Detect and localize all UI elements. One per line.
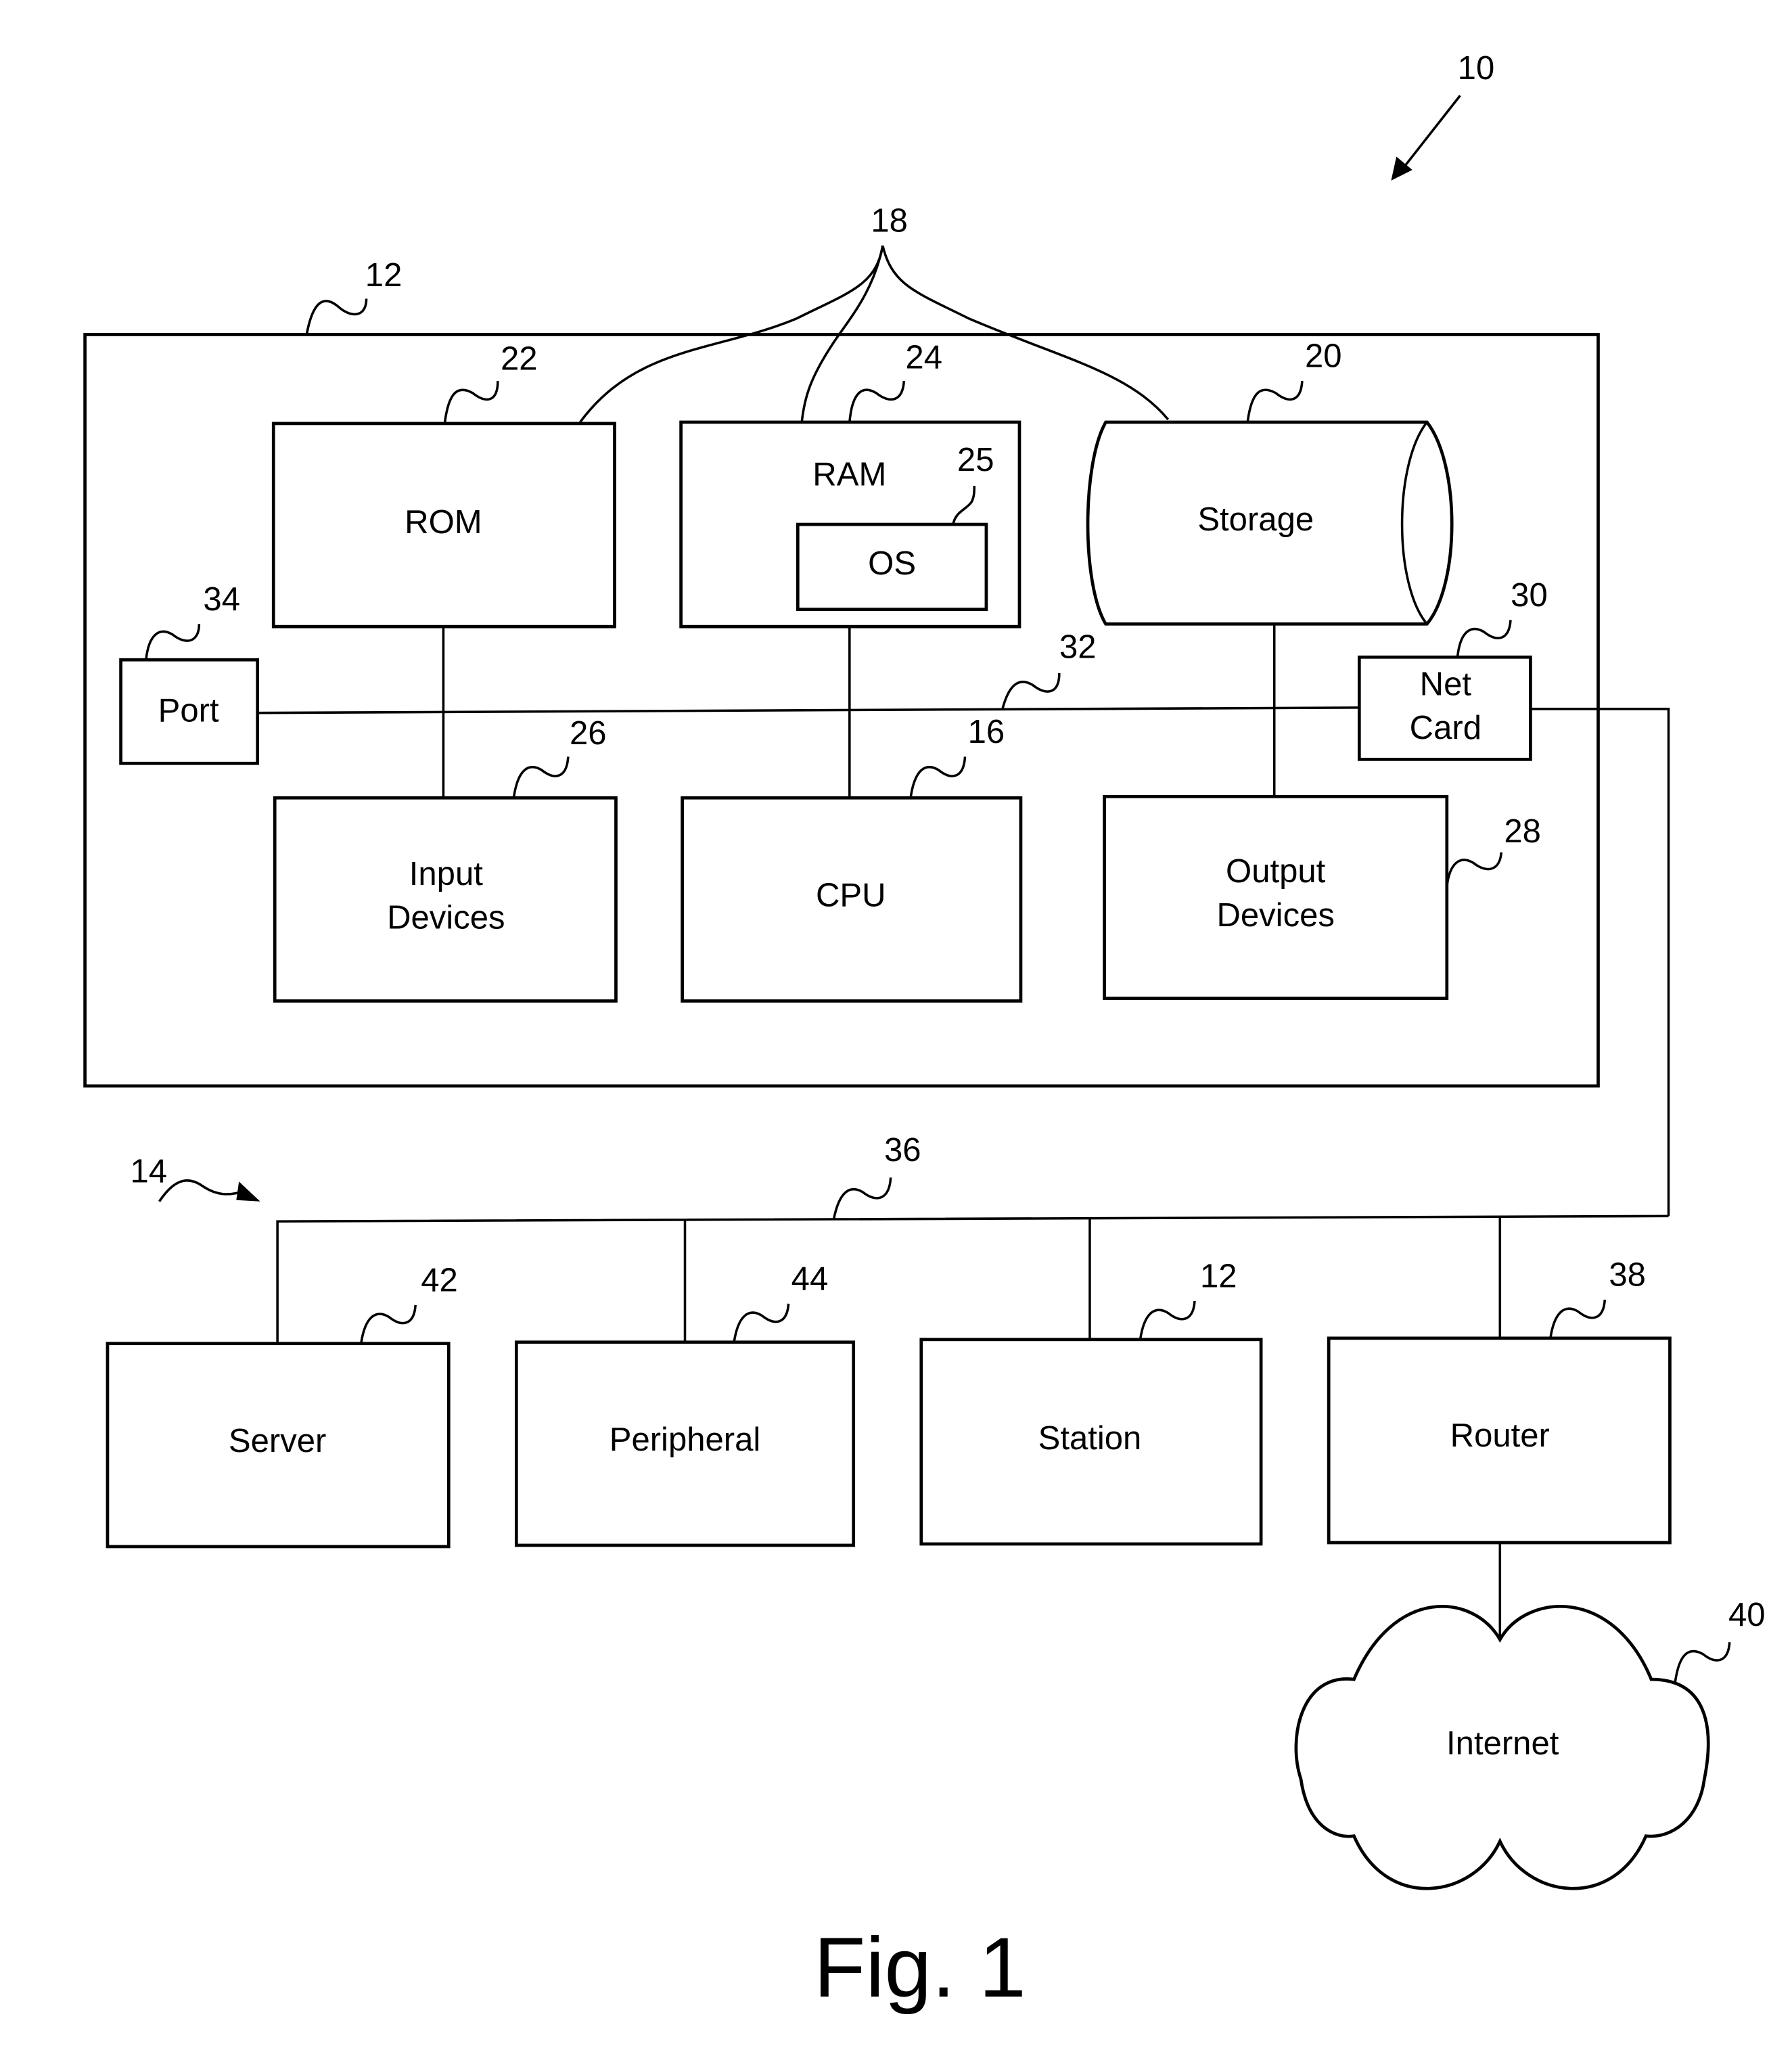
server-label: Server <box>229 1423 326 1459</box>
ref-10: 10 <box>1458 50 1495 87</box>
ref-18: 18 <box>871 203 908 240</box>
figure-caption: Fig. 1 <box>814 1919 1026 2015</box>
ref-25: 25 <box>957 442 994 478</box>
input-devices-label-line2: Devices <box>387 900 505 936</box>
ref-30: 30 <box>1511 577 1548 614</box>
ref-24: 24 <box>905 340 942 376</box>
peripheral-label: Peripheral <box>610 1421 761 1458</box>
ref-26: 26 <box>570 715 607 752</box>
ref-12-computer: 12 <box>365 257 403 294</box>
arrow-10-icon <box>1391 95 1461 181</box>
station-block: Station 12 <box>919 1258 1263 1546</box>
leader-40 <box>1674 1642 1731 1683</box>
ref-22: 22 <box>501 341 538 378</box>
ref-36: 36 <box>884 1132 921 1168</box>
internet-label: Internet <box>1446 1725 1559 1762</box>
leader-32 <box>1001 673 1061 711</box>
port-block: Port 34 <box>119 581 260 765</box>
leader-26 <box>512 756 570 798</box>
leader-36 <box>832 1177 892 1221</box>
net-card-label-line2: Card <box>1410 710 1481 746</box>
ref-20: 20 <box>1305 338 1342 375</box>
ref-14: 14 <box>131 1154 168 1190</box>
leader-44 <box>733 1303 790 1343</box>
output-devices-label-line1: Output <box>1226 853 1326 890</box>
input-devices-block: Input Devices 26 <box>273 715 618 1003</box>
ram-label: RAM <box>812 456 886 493</box>
leader-38 <box>1549 1299 1607 1339</box>
os-label: OS <box>868 545 916 582</box>
leader-34 <box>145 624 201 660</box>
internal-bus-32 <box>257 706 1360 714</box>
leader-12-station <box>1139 1300 1196 1340</box>
storage-block: Storage 20 <box>1086 338 1454 626</box>
leader-16 <box>909 756 967 798</box>
patent-figure: 10 18 12 ROM 22 RAM 24 OS 25 Storage 20 <box>83 50 1766 2015</box>
ref-40: 40 <box>1728 1597 1766 1633</box>
ref-16: 16 <box>968 714 1005 750</box>
ref-32: 32 <box>1059 629 1097 665</box>
ref-12-station: 12 <box>1200 1258 1237 1295</box>
ref-38: 38 <box>1609 1257 1646 1294</box>
station-label: Station <box>1038 1420 1142 1457</box>
ref-44: 44 <box>791 1260 829 1297</box>
router-label: Router <box>1450 1417 1550 1454</box>
ram-block: RAM 24 OS 25 <box>679 340 1021 629</box>
port-label: Port <box>158 693 219 729</box>
leader-22 <box>443 381 499 424</box>
network-bus-36 <box>276 1214 1669 1344</box>
leader-24 <box>848 380 906 423</box>
leader-12 <box>305 298 368 335</box>
ref-34: 34 <box>203 581 240 618</box>
rom-label: ROM <box>405 504 482 541</box>
cpu-label: CPU <box>816 877 886 913</box>
leader-42 <box>359 1304 417 1344</box>
input-devices-label-line1: Input <box>409 856 483 892</box>
internet-block: Internet 40 <box>1294 1597 1766 1890</box>
output-devices-label-line2: Devices <box>1216 897 1334 934</box>
rom-block: ROM 22 <box>271 341 616 629</box>
server-block: Server 42 <box>106 1262 458 1549</box>
net-card-label-line1: Net <box>1420 666 1472 702</box>
leader-28 <box>1446 852 1503 887</box>
storage-label: Storage <box>1197 501 1314 538</box>
leader-20 <box>1246 381 1304 422</box>
cpu-block: CPU 16 <box>681 714 1023 1003</box>
ref-42: 42 <box>421 1262 458 1298</box>
arrow-14-icon <box>158 1179 260 1202</box>
ref-28: 28 <box>1504 813 1541 850</box>
leader-30 <box>1456 620 1512 658</box>
output-devices-block: Output Devices 28 <box>1103 794 1541 1000</box>
